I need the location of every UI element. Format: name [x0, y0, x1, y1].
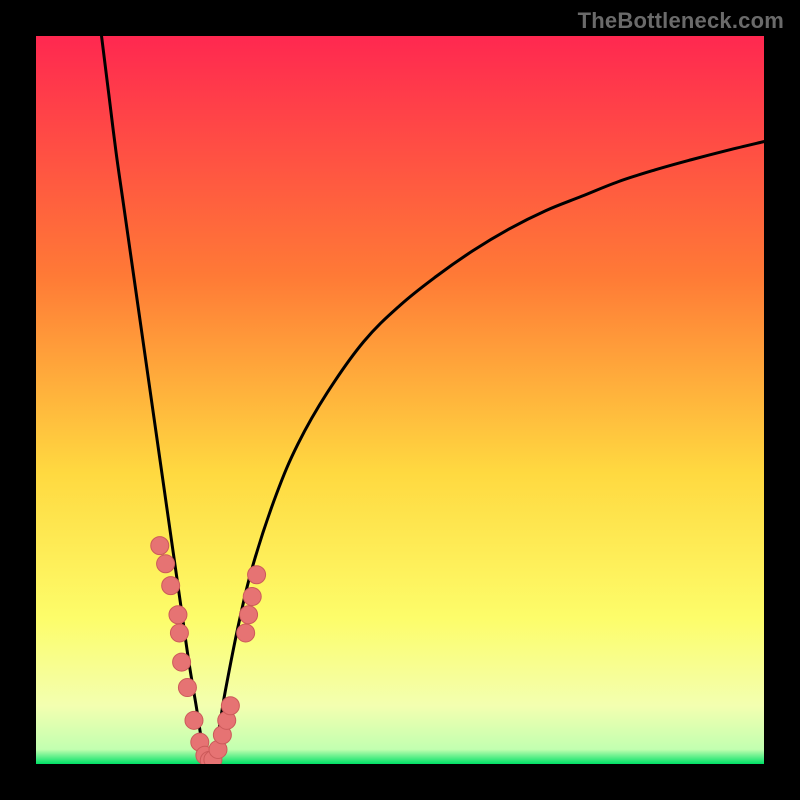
- data-marker: [248, 566, 266, 584]
- watermark-text: TheBottleneck.com: [578, 8, 784, 34]
- data-marker: [178, 679, 196, 697]
- data-marker: [221, 697, 239, 715]
- chart-frame: TheBottleneck.com: [0, 0, 800, 800]
- data-marker: [157, 555, 175, 573]
- gradient-background: [36, 36, 764, 764]
- chart-svg: [36, 36, 764, 764]
- data-marker: [237, 624, 255, 642]
- data-marker: [240, 606, 258, 624]
- data-marker: [162, 577, 180, 595]
- data-marker: [173, 653, 191, 671]
- data-marker: [151, 537, 169, 555]
- data-marker: [170, 624, 188, 642]
- data-marker: [169, 606, 187, 624]
- plot-area: [36, 36, 764, 764]
- data-marker: [243, 588, 261, 606]
- data-marker: [185, 711, 203, 729]
